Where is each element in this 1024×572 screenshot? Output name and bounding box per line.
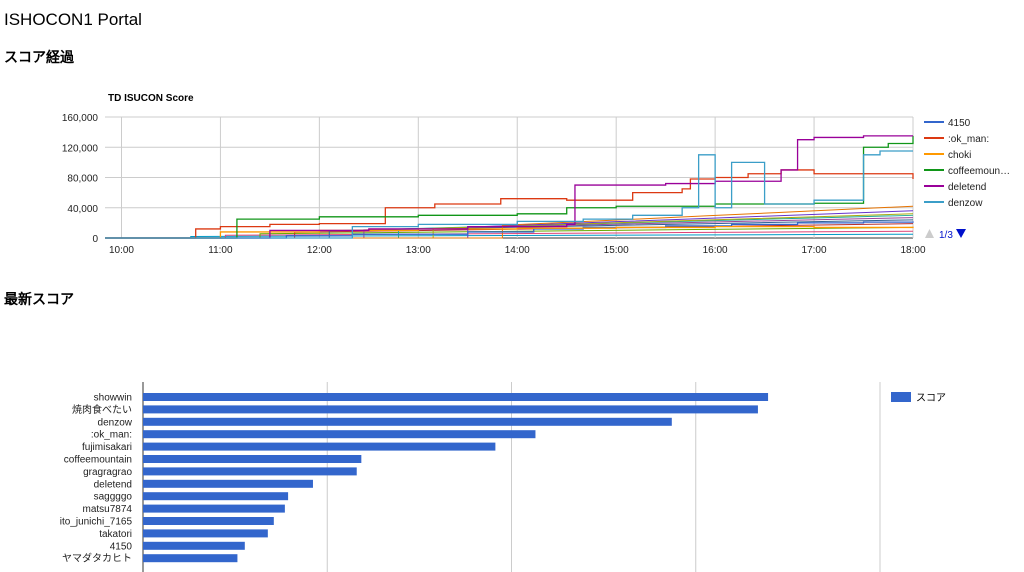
legend-next-button[interactable] [956, 229, 966, 238]
bar [143, 430, 536, 439]
y-tick-label: 80,000 [67, 174, 98, 185]
y-tick-label: 0 [92, 234, 98, 245]
x-tick-label: 12:00 [307, 245, 332, 256]
bar [143, 492, 289, 501]
page-title: ISHOCON1 Portal [4, 10, 142, 29]
bar-category-label: ヤマダタカヒト [62, 552, 132, 565]
bar-series [143, 393, 769, 563]
x-tick-label: 15:00 [604, 245, 629, 256]
bar [143, 541, 245, 550]
bar-category-label: showwin [94, 393, 132, 404]
bar [143, 455, 362, 463]
bar [143, 554, 238, 563]
legend-label[interactable]: 4150 [948, 118, 971, 129]
bar-category-label: ito_junichi_7165 [60, 517, 133, 528]
bar-legend-swatch [891, 392, 911, 402]
chart-series-lines [105, 135, 914, 239]
x-tick-label: 18:00 [900, 245, 925, 256]
y-tick-label: 40,000 [67, 204, 98, 215]
bar-category-label: gragragrao [83, 467, 132, 478]
score-history-heading: スコア経過 [4, 50, 74, 66]
chart-legend: 4150 :ok_man:choki coffeemoun… deletend denz… [924, 118, 1010, 209]
series-line-4 [105, 135, 914, 239]
bar-category-label: saggggo [94, 492, 133, 503]
y-tick-label: 160,000 [62, 113, 99, 124]
bar-category-label: 4150 [110, 541, 133, 552]
x-tick-label: 17:00 [802, 245, 827, 256]
x-tick-label: 11:00 [208, 245, 233, 256]
x-tick-label: 10:00 [109, 245, 134, 256]
legend-prev-button[interactable] [925, 229, 934, 238]
legend-label[interactable]: choki [948, 150, 971, 161]
bar [143, 479, 313, 488]
y-axis-ticks: 0 40,000 80,000 120,000 160,000 [62, 113, 99, 245]
x-tick-label: 13:00 [406, 245, 431, 256]
y-tick-label: 120,000 [62, 143, 99, 154]
bar [143, 405, 758, 414]
bar [143, 417, 672, 426]
bar-legend: スコア [891, 392, 946, 404]
legend-label[interactable]: denzow [948, 198, 983, 209]
latest-score-heading: 最新スコア [4, 292, 74, 308]
bar-category-label: fujimisakari [82, 442, 132, 453]
bar [143, 393, 769, 401]
legend-label[interactable]: deletend [948, 182, 986, 193]
latest-score-chart: showwin焼肉食べたいdenzow :ok_man:fujimisakari c… [60, 382, 946, 572]
score-history-chart: TD ISUCON Score 0 40,000 80,000 120,000 160,… [62, 93, 1010, 256]
bar [143, 529, 268, 538]
bar-category-label: coffeemountain [64, 455, 132, 466]
bar [143, 504, 285, 513]
bar-category-label: denzow [98, 417, 133, 428]
x-axis-ticks: 10:00 11:00 12:00 13:00 14:00 15:00 16:00 17:00… [109, 245, 926, 256]
legend-label[interactable]: :ok_man: [948, 134, 989, 145]
x-tick-label: 16:00 [703, 245, 728, 256]
bar-category-labels: showwin焼肉食べたいdenzow :ok_man:fujimisakari c… [60, 393, 133, 565]
bar-category-label: matsu7874 [83, 504, 133, 515]
bar-category-label: takatori [99, 529, 132, 540]
legend-page-indicator: 1/3 [939, 230, 953, 241]
bar-category-label: deletend [94, 479, 132, 490]
bar-category-label: 焼肉食べたい [72, 403, 132, 416]
legend-pager: 1/3 [925, 229, 966, 241]
bar [143, 517, 274, 525]
chart-title: TD ISUCON Score [108, 93, 194, 104]
bar-category-label: :ok_man: [91, 430, 132, 441]
bar [143, 442, 496, 451]
x-tick-label: 14:00 [505, 245, 530, 256]
bar-legend-label: スコア [916, 393, 946, 404]
series-line-5 [105, 135, 913, 239]
legend-label[interactable]: coffeemoun… [948, 166, 1010, 177]
bar [143, 467, 357, 476]
